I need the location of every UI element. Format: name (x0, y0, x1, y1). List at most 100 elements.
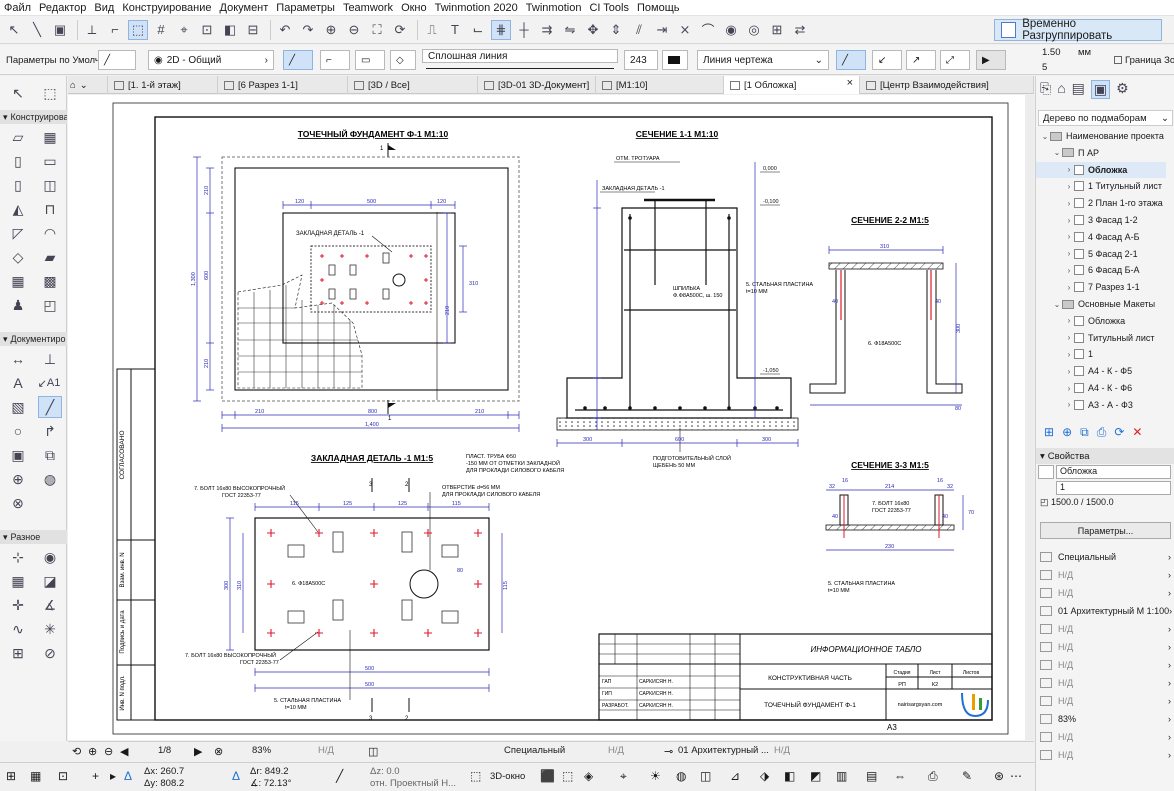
navigator-item[interactable]: › 2 План 1-го этажа (1036, 195, 1166, 211)
property-row[interactable]: Н/Д › (1036, 585, 1174, 600)
chevron-right-icon[interactable]: › (1064, 384, 1074, 393)
tab-3d-all[interactable]: [3D / Все] (348, 76, 478, 94)
mesh-tool-icon[interactable]: ▦ (6, 270, 30, 292)
change-tool-icon[interactable]: ⊘ (38, 642, 62, 664)
next-page-icon[interactable]: ▶ (194, 745, 202, 758)
arrow-start-button[interactable]: ↙ (872, 50, 902, 70)
renovation-icon[interactable]: ⊛ (994, 769, 1004, 783)
publisher-icon[interactable]: ▣ (1090, 80, 1111, 99)
arrow-tool-icon[interactable]: ↖ (6, 82, 30, 104)
visibility-icon[interactable]: ◎ (744, 20, 764, 40)
box-icon[interactable]: ⬚ (562, 769, 573, 783)
menu-item-2[interactable]: Вид (94, 2, 114, 14)
arrow-style-button[interactable]: ▶ (976, 50, 1006, 70)
line-geometry-rect[interactable]: ▭ (355, 50, 385, 70)
zoom-value[interactable]: 83% (252, 745, 271, 756)
property-row[interactable]: Н/Д › (1036, 747, 1174, 762)
tab-floor-1[interactable]: [1. 1-й этаж] (108, 76, 218, 94)
wall-icon[interactable]: ⌐ (105, 20, 125, 40)
tab-collaboration[interactable]: [Центр Взаимодействия] (860, 76, 1034, 94)
level-dimension-tool-icon[interactable]: ⊥ (38, 348, 62, 370)
selection-arrow-icon[interactable]: ↖ (4, 20, 24, 40)
chevron-right-icon[interactable]: › (1064, 165, 1074, 174)
zoom-in-icon[interactable]: ⊕ (321, 20, 341, 40)
rotate-icon[interactable]: ⟳ (390, 20, 410, 40)
navigator-item[interactable]: › 5 Фасад 2-1 (1036, 246, 1166, 262)
navigator-item[interactable]: › Обложка (1036, 161, 1166, 178)
marquee-icon[interactable]: ⬚ (128, 19, 148, 40)
elevation-tool-icon[interactable]: ◍ (38, 468, 62, 490)
line-tool-icon[interactable]: ╲ (27, 20, 47, 40)
chevron-right-icon[interactable]: › (1064, 182, 1074, 191)
properties-header[interactable]: ▾ Свойства (1036, 448, 1174, 464)
navigator-item[interactable]: › А3 - А - Ф3 (1036, 397, 1166, 413)
3d-window-label[interactable]: 3D-окно (490, 771, 525, 782)
undo-zoom-icon[interactable]: ⟲ (72, 745, 81, 758)
label-tool-icon[interactable]: ⌙ (468, 20, 488, 40)
border-zone-checkbox[interactable]: Граница Зоны (1114, 55, 1174, 66)
lamp-tool-icon[interactable]: ✳ (38, 618, 62, 640)
text-tool-icon[interactable]: T (445, 20, 465, 40)
grid-icon[interactable]: # (151, 20, 171, 40)
guide-line-icon[interactable]: ┼ (514, 20, 534, 40)
navigator-item[interactable]: ⌄ П АР (1036, 145, 1166, 161)
morph-tool-icon[interactable]: ◰ (38, 294, 62, 316)
circle-tool-icon[interactable]: ○ (6, 420, 30, 442)
property-row[interactable]: Н/Д › (1036, 567, 1174, 582)
arch-value[interactable]: 01 Архитектурный ... (678, 745, 769, 756)
menu-item-5[interactable]: Параметры (276, 2, 335, 14)
column-tool-icon[interactable]: ▯ (6, 150, 30, 172)
more-icon[interactable]: ⋯ (1010, 769, 1022, 783)
reference-icon[interactable]: ⊞ (767, 20, 787, 40)
chevron-down-icon[interactable]: ⌄ (1040, 132, 1050, 141)
prev-page-icon[interactable]: ◀ (120, 745, 128, 758)
snap-icon[interactable]: ⌖ (174, 20, 194, 40)
hotspot-tool-icon[interactable]: ⊞ (6, 642, 30, 664)
grid-snap-icon[interactable]: ▦ (30, 769, 41, 783)
intersect-icon[interactable]: ⨯ (675, 20, 695, 40)
chevron-right-icon[interactable]: › (1064, 199, 1074, 208)
menu-item-4[interactable]: Документ (220, 2, 269, 14)
spline-tool-icon[interactable]: ∿ (6, 618, 30, 640)
property-row[interactable]: Специальный › (1036, 549, 1174, 564)
chevron-right-icon[interactable]: › (1064, 216, 1074, 225)
chevron-right-icon[interactable]: › (1064, 283, 1074, 292)
arrow-both-button[interactable]: ⤢ (940, 50, 970, 70)
navigator-item[interactable]: › 7 Разрез 1-1 (1036, 279, 1166, 295)
label-tool-icon[interactable]: ↙ A1 (34, 372, 64, 394)
grid-element-tool-icon[interactable]: ⊹ (6, 546, 30, 568)
corner-window-tool-icon[interactable]: ◪ (38, 570, 62, 592)
measure-icon[interactable]: ⟂ (82, 20, 102, 40)
properties-id-field[interactable]: 1 (1056, 481, 1171, 495)
text-tool-icon[interactable]: A (6, 372, 30, 394)
filter-icon[interactable]: ⌖ (620, 769, 627, 784)
marquee-tool-icon[interactable]: ⬚ (38, 82, 62, 104)
layout-canvas[interactable]: СОГЛАСОВАНО Взам. инв. N Подпись и дата … (68, 95, 1034, 740)
cube-icon[interactable]: ⬛ (540, 769, 555, 783)
chevron-right-icon[interactable]: › (1064, 350, 1074, 359)
layers-icon[interactable]: ◧ (220, 20, 240, 40)
tab-section-1-1[interactable]: [6 Разрез 1-1] (218, 76, 348, 94)
split-icon[interactable]: ⫽ (629, 20, 649, 40)
property-row[interactable]: Н/Д › (1036, 729, 1174, 744)
zoom-out-icon[interactable]: ⊖ (104, 745, 113, 758)
chevron-down-icon[interactable]: ⌄ (1052, 148, 1062, 157)
layer-combination-icon[interactable]: ◧ (784, 769, 795, 783)
orbit-icon[interactable]: ◈ (584, 769, 593, 783)
chevron-right-icon[interactable]: › (1064, 232, 1074, 241)
skylight-tool-icon[interactable]: ◇ (6, 246, 30, 268)
update-icon[interactable]: ⟳ (1114, 425, 1124, 439)
line-pen-button[interactable]: ╱ (98, 50, 136, 70)
tab-home[interactable]: ⌂ ⌄ (68, 76, 108, 94)
partial-structure-icon[interactable]: ◩ (810, 769, 821, 783)
chevron-right-icon[interactable]: › (1064, 266, 1074, 275)
camera-icon[interactable]: ⎙ (928, 769, 938, 784)
vertical-scrollbar[interactable] (1025, 95, 1034, 740)
slab-tool-icon[interactable]: ▰ (38, 246, 62, 268)
object-tool-icon[interactable]: ♟ (6, 294, 30, 316)
properties-id-box[interactable] (1038, 465, 1054, 479)
arrow-none-button[interactable]: ╱ (836, 50, 866, 70)
redo-icon[interactable]: ↷ (298, 20, 318, 40)
worksheet-tool-icon[interactable]: ⊗ (6, 492, 30, 514)
eye-icon[interactable]: ◉ (721, 20, 741, 40)
